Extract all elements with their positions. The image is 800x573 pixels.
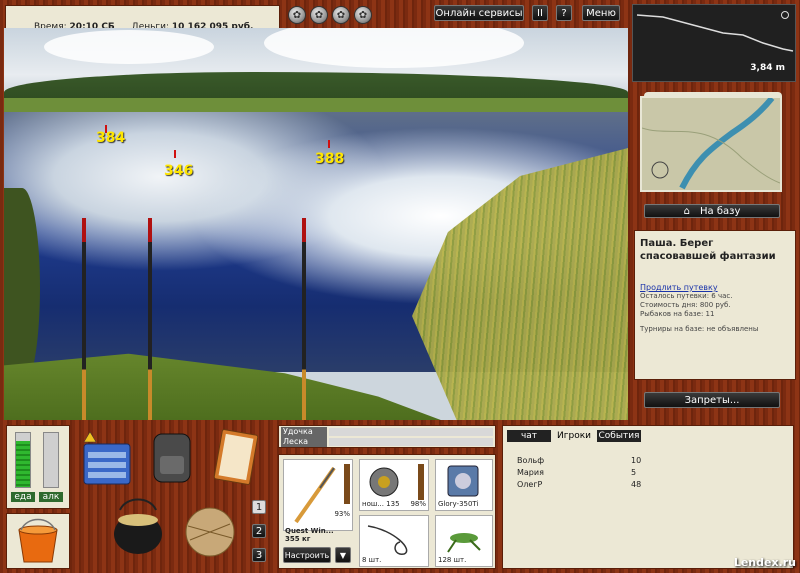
float-3[interactable] bbox=[328, 140, 330, 148]
rod-set-2-button[interactable]: 2 bbox=[252, 524, 266, 538]
alcohol-label: алк bbox=[39, 492, 63, 502]
to-base-button[interactable]: ⌂ На базу bbox=[644, 204, 780, 218]
cauldron-icon[interactable] bbox=[110, 496, 166, 558]
fish-bucket[interactable] bbox=[6, 513, 70, 569]
lure-slot[interactable]: Glory-350Ti bbox=[435, 459, 493, 511]
reel-condition: 98% bbox=[410, 500, 426, 508]
map-graphic bbox=[641, 96, 781, 190]
permit-remaining: Осталось путевки: 6 час. bbox=[640, 292, 733, 300]
reel-condition-bar bbox=[418, 464, 424, 500]
menu-button[interactable]: Меню bbox=[582, 5, 620, 21]
depth-readout: 3,84 m bbox=[750, 63, 785, 73]
list-item[interactable]: Мария 5 bbox=[517, 468, 657, 480]
reel-icon bbox=[369, 467, 399, 497]
food-meter-fill bbox=[16, 441, 30, 487]
list-item[interactable]: Вольф 10 bbox=[517, 456, 657, 468]
player-value: 5 bbox=[631, 468, 637, 477]
player-name: ОлегР bbox=[517, 480, 543, 489]
tab-chat[interactable]: чат bbox=[507, 430, 551, 442]
reel-info: нош... 135 bbox=[362, 500, 400, 508]
setup-button[interactable]: Настроить bbox=[283, 547, 331, 563]
lure-icon bbox=[447, 465, 479, 497]
rod-tab[interactable]: Удочка bbox=[281, 427, 327, 437]
fishing-rod-1[interactable] bbox=[82, 218, 86, 420]
bucket-icon bbox=[18, 518, 58, 563]
tackle-header: Удочка Леска bbox=[278, 425, 496, 448]
alcohol-meter bbox=[43, 432, 59, 488]
setup-dropdown[interactable]: ▼ bbox=[335, 547, 351, 563]
target-icon bbox=[781, 11, 789, 19]
tab-events[interactable]: События bbox=[597, 430, 641, 442]
coin-icon[interactable]: ✿ bbox=[332, 6, 350, 24]
lure-name: Glory-350Ti bbox=[438, 500, 479, 508]
hook-icon bbox=[367, 525, 408, 555]
house-icon: ⌂ bbox=[683, 205, 690, 217]
players-list: Вольф 10 Мария 5 ОлегР 48 bbox=[517, 456, 657, 492]
grasshopper-icon bbox=[447, 533, 481, 553]
coin-icon[interactable]: ✿ bbox=[310, 6, 328, 24]
player-name: Мария bbox=[517, 468, 544, 477]
fishing-rod-2[interactable] bbox=[148, 218, 152, 420]
backpack-icon[interactable] bbox=[150, 428, 194, 486]
watermark: Lendex.ru bbox=[733, 556, 796, 569]
coin-icon[interactable]: ✿ bbox=[354, 6, 372, 24]
fishers-count: Рыбаков на базе: 11 bbox=[640, 310, 715, 318]
line-tab[interactable]: Леска bbox=[281, 437, 327, 447]
player-value: 10 bbox=[631, 456, 642, 465]
location-title: Паша. Берег спасовавшей фантазии bbox=[640, 238, 776, 262]
tournaments-info: Турниры на базе: не объявлены bbox=[640, 325, 759, 333]
food-meter bbox=[15, 432, 31, 488]
rod-slot[interactable]: 93% bbox=[283, 459, 353, 531]
depth-marker-3: 388 bbox=[315, 151, 345, 167]
list-item[interactable]: ОлегР 48 bbox=[517, 480, 657, 492]
food-label: еда bbox=[11, 492, 35, 502]
rod-condition: 93% bbox=[334, 510, 350, 518]
player-value: 48 bbox=[631, 480, 642, 489]
hook-slot[interactable]: 8 шт. bbox=[359, 515, 429, 567]
rod-weight: 355 кг bbox=[285, 535, 311, 543]
players-panel: чат Игроки События Вольф 10 Мария 5 Олег… bbox=[502, 425, 794, 569]
depth-marker-1: 384 bbox=[96, 130, 126, 146]
bait-count: 128 шт. bbox=[438, 556, 467, 564]
fishing-scene[interactable]: 384 346 388 bbox=[4, 28, 628, 420]
lake-map[interactable] bbox=[640, 96, 782, 192]
to-base-label: На базу bbox=[700, 205, 741, 217]
rod-tension-bar bbox=[329, 428, 493, 436]
fishing-rod-3[interactable] bbox=[302, 218, 306, 420]
day-cost: Стоимость дня: 800 руб. bbox=[640, 301, 731, 309]
coin-icon[interactable]: ✿ bbox=[288, 6, 306, 24]
bush bbox=[4, 188, 40, 388]
location-info: Паша. Берег спасовавшей фантазии Продлит… bbox=[634, 230, 796, 380]
tackle-box-icon[interactable] bbox=[80, 428, 134, 486]
player-name: Вольф bbox=[517, 456, 545, 465]
pause-button[interactable]: II bbox=[532, 5, 548, 21]
rod-condition-bar bbox=[344, 464, 350, 504]
tab-players[interactable]: Игроки bbox=[553, 430, 595, 442]
needs-meters: еда алк bbox=[6, 425, 70, 509]
fish-net-bag-icon[interactable] bbox=[180, 496, 240, 560]
rod-icon bbox=[294, 466, 336, 524]
online-services-button[interactable]: Онлайн сервисы bbox=[434, 5, 524, 21]
bans-button[interactable]: Запреты... bbox=[644, 392, 780, 408]
rod-name: Quest Win... bbox=[285, 527, 334, 535]
line-tension-bar bbox=[329, 438, 493, 446]
help-button[interactable]: ? bbox=[556, 5, 572, 21]
hook-count: 8 шт. bbox=[362, 556, 382, 564]
depth-profile: 3,84 m bbox=[632, 4, 796, 82]
rod-set-3-button[interactable]: 3 bbox=[252, 548, 266, 562]
depth-marker-2: 346 bbox=[164, 163, 194, 179]
extend-permit-link[interactable]: Продлить путевку bbox=[640, 283, 790, 292]
equipment-panel: 93% Quest Win... 355 кг Настроить ▼ нош.… bbox=[278, 454, 496, 569]
reel-slot[interactable]: нош... 135 98% bbox=[359, 459, 429, 511]
rod-set-1-button[interactable]: 1 bbox=[252, 500, 266, 514]
float-2[interactable] bbox=[174, 150, 176, 158]
notebook-icon[interactable] bbox=[208, 428, 260, 486]
bait-slot[interactable]: 128 шт. bbox=[435, 515, 493, 567]
